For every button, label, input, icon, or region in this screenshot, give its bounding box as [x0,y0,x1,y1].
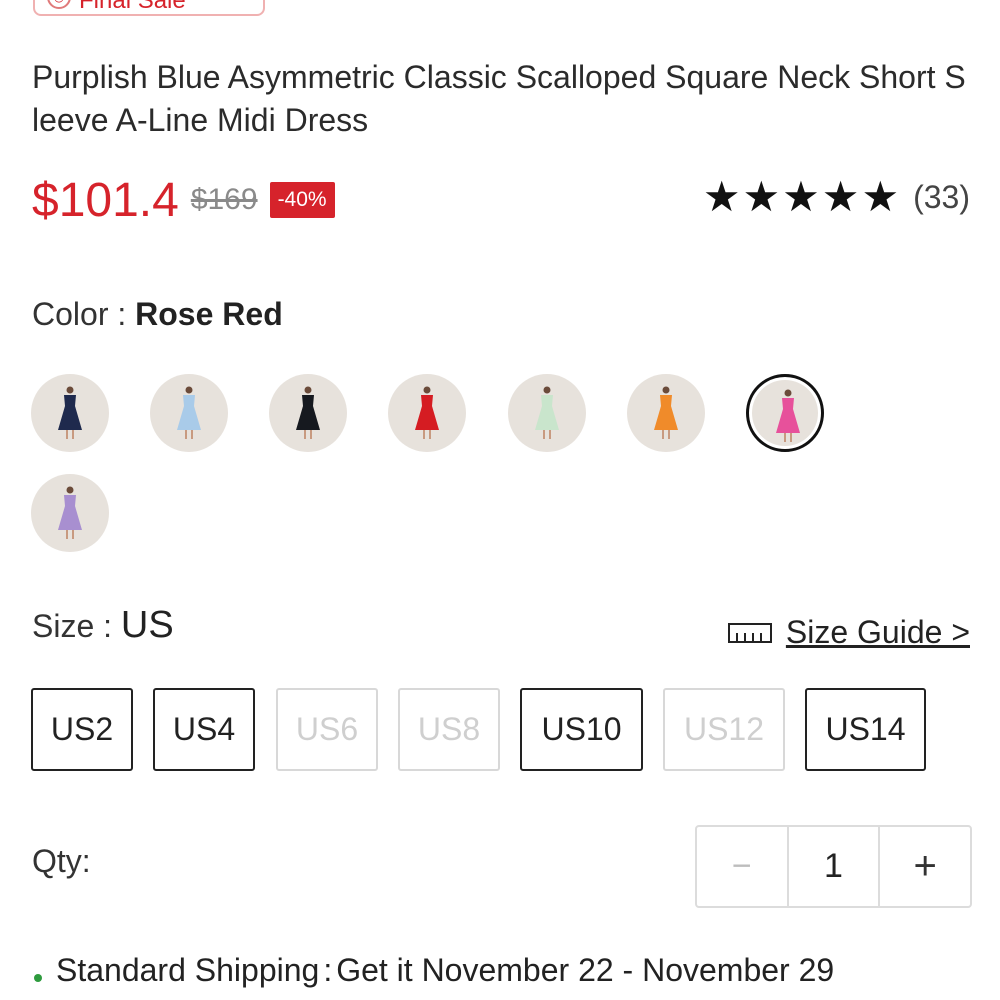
shipping-estimate: Get it November 22 - November 29 [336,952,835,988]
final-sale-badge: ◷ Final Sale [33,0,265,16]
dress-thumbnail-icon [535,386,559,439]
dress-thumbnail-icon [776,389,800,442]
color-swatch-lavender[interactable] [31,474,109,552]
shipping-separator: : [323,952,333,988]
price-row: $101.4 $169 -40% [32,170,335,230]
final-sale-label: Final Sale [79,0,186,14]
color-swatch-black[interactable] [269,374,347,452]
shipping-info: Standard Shipping: Get it November 22 - … [34,952,834,989]
size-option-us2[interactable]: US2 [31,688,133,771]
size-guide-label[interactable]: Size Guide > [786,614,970,651]
color-label-text: Color : [32,296,136,332]
size-option-us12[interactable]: US12 [663,688,785,771]
color-swatch-mint[interactable] [508,374,586,452]
quantity-stepper: − 1 + [695,825,972,908]
discount-badge: -40% [269,182,335,218]
clock-icon: ◷ [47,0,71,9]
size-label: Size : US [32,604,174,647]
dress-thumbnail-icon [58,386,82,439]
dress-thumbnail-icon [654,386,678,439]
bullet-icon [34,973,42,982]
decrease-quantity-button[interactable]: − [697,827,789,906]
size-option-us6[interactable]: US6 [276,688,378,771]
shipping-method: Standard Shipping [56,952,320,988]
color-label: Color : Rose Red [32,296,283,333]
size-guide-link[interactable]: Size Guide > [727,614,970,651]
color-swatch-light-blue[interactable] [150,374,228,452]
original-price: $169 [190,183,258,216]
color-swatch-navy[interactable] [31,374,109,452]
rating[interactable]: ★★★★★ (33) [703,176,970,218]
ruler-icon [727,622,772,643]
dress-thumbnail-icon [177,386,201,439]
size-option-us8[interactable]: US8 [398,688,500,771]
quantity-value[interactable]: 1 [789,827,881,906]
dress-thumbnail-icon [296,386,320,439]
product-title: Purplish Blue Asymmetric Classic Scallop… [32,59,966,138]
increase-quantity-button[interactable]: + [880,827,970,906]
size-option-us4[interactable]: US4 [153,688,255,771]
qty-label: Qty: [32,843,91,879]
color-swatch-red[interactable] [388,374,466,452]
dress-thumbnail-icon [415,386,439,439]
review-count[interactable]: (33) [913,179,970,216]
sale-price: $101.4 [32,173,179,227]
size-option-us14[interactable]: US14 [805,688,926,771]
color-swatch-orange[interactable] [627,374,705,452]
size-label-text: Size : [32,608,121,644]
selected-color: Rose Red [135,296,283,332]
color-swatch-rose-red[interactable] [746,374,824,452]
star-rating-icon: ★★★★★ [702,173,902,220]
size-option-us10[interactable]: US10 [520,688,643,771]
size-system: US [120,604,174,646]
dress-thumbnail-icon [58,486,82,539]
